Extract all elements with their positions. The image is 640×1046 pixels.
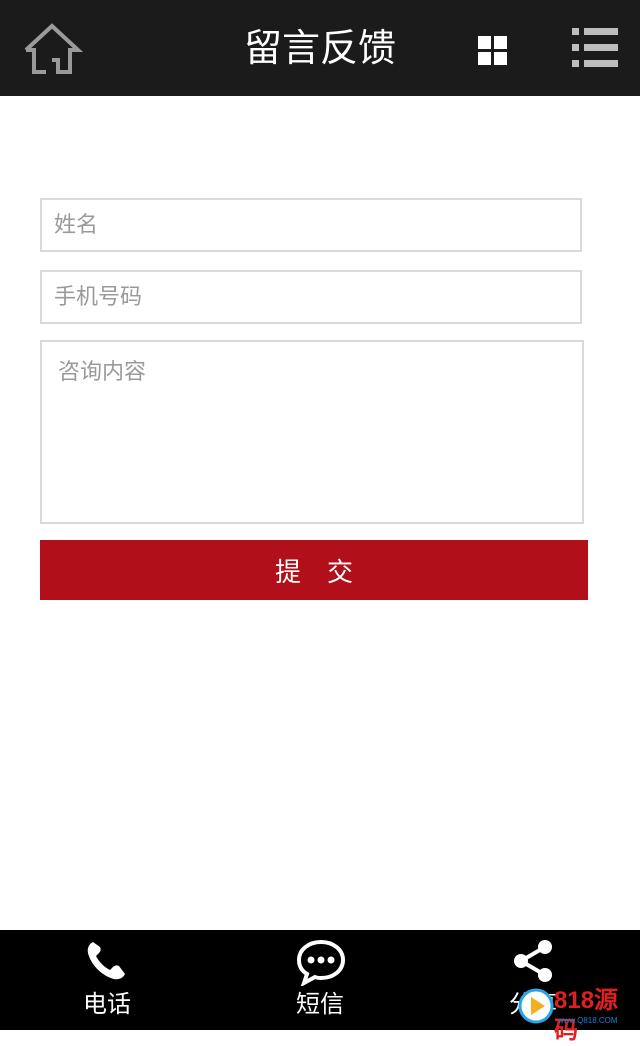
menu-button[interactable] [570,26,620,70]
inquiry-content-textarea[interactable] [40,340,584,524]
share-icon [514,940,552,982]
phone-input[interactable] [40,270,582,324]
submit-button[interactable]: 提交 [40,540,588,600]
page-title: 留言反馈 [243,26,396,70]
grid-icon [478,36,507,65]
footer-item-sms[interactable]: 短信 [250,930,390,1030]
grid-view-button[interactable] [478,36,508,66]
top-bar: 留言反馈 [0,0,640,96]
footer-item-phone[interactable]: 电话 [37,930,177,1030]
list-menu-icon [572,28,618,67]
watermark-logo: 818源码 www.Q818.COM [518,986,638,1044]
play-logo-icon [518,988,554,1024]
chat-bubble-icon [296,939,346,986]
footer-label-phone: 电话 [83,990,131,1018]
phone-icon [87,942,125,980]
footer-label-sms: 短信 [296,990,344,1018]
name-input[interactable] [40,198,582,252]
watermark-subtext: www.Q818.COM [558,1016,618,1025]
